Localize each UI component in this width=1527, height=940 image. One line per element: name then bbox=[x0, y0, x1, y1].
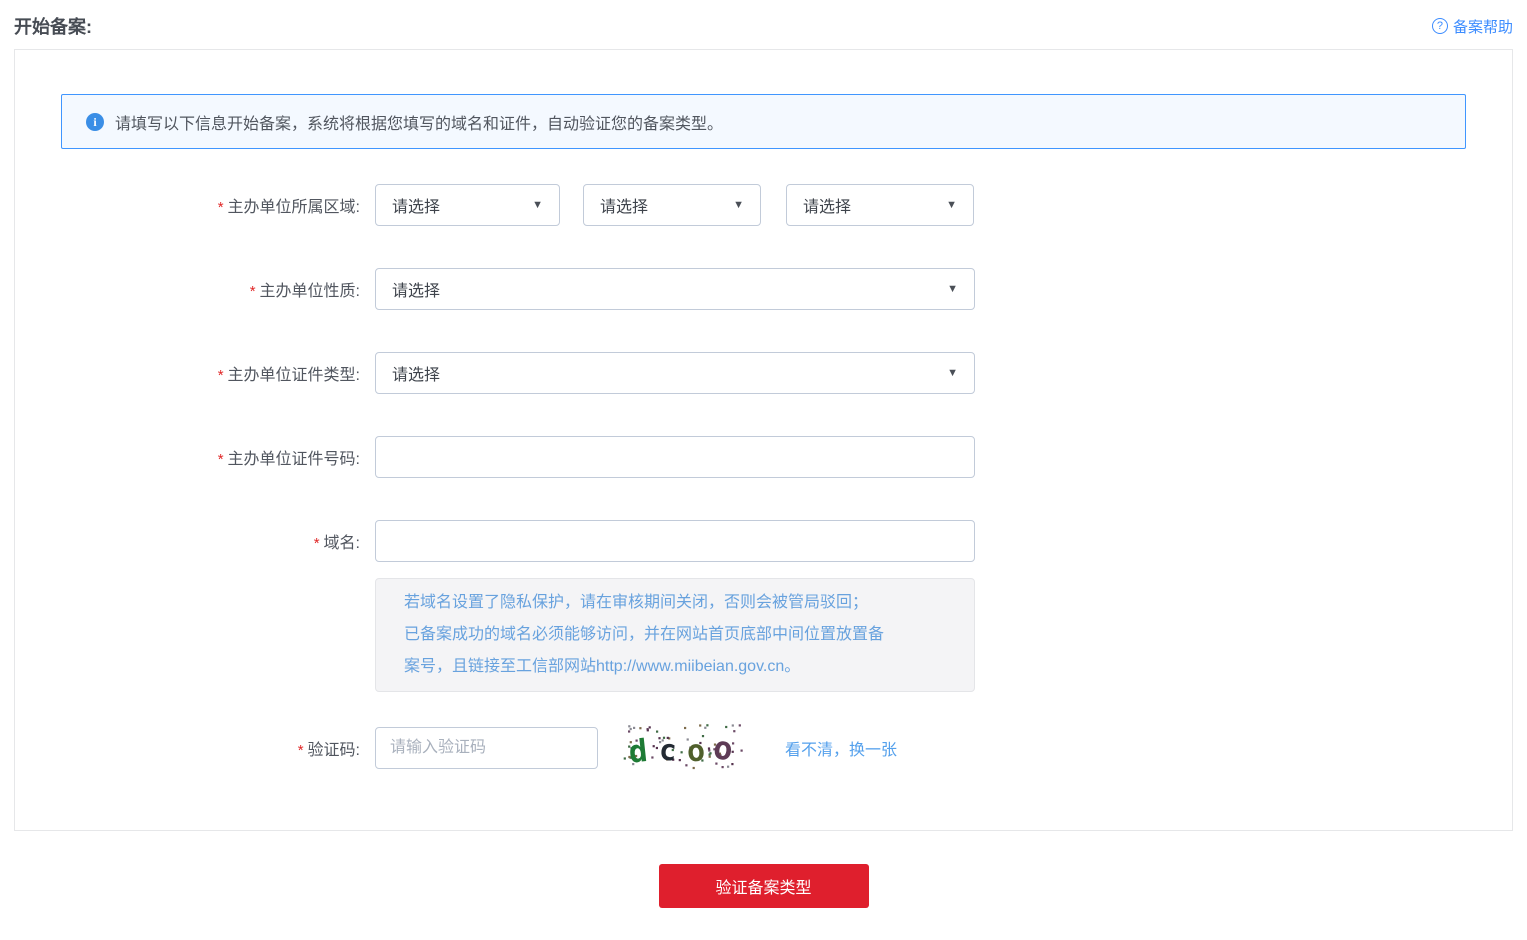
beian-start-page: 开始备案: ? 备案帮助 i 请填写以下信息开始备案，系统将根据您填写的域名和证… bbox=[0, 0, 1527, 938]
form-row-cert-type: *主办单位证件类型: 请选择 ▼ bbox=[61, 352, 1466, 394]
submit-area: 验证备案类型 bbox=[14, 864, 1513, 938]
domain-label-text: 域名: bbox=[324, 535, 360, 552]
cert-type-label: *主办单位证件类型: bbox=[61, 361, 360, 385]
region-province-select[interactable]: 请选择 ▼ bbox=[375, 184, 560, 226]
form-row-cert-number: *主办单位证件号码: bbox=[61, 436, 1466, 478]
required-mark: * bbox=[218, 199, 224, 216]
cert-number-label: *主办单位证件号码: bbox=[61, 445, 360, 469]
captcha-letter: c bbox=[658, 732, 678, 767]
form-row-domain: *域名: bbox=[61, 520, 1466, 562]
form-panel: i 请填写以下信息开始备案，系统将根据您填写的域名和证件，自动验证您的备案类型。… bbox=[14, 49, 1513, 831]
caret-down-icon: ▼ bbox=[937, 283, 958, 295]
domain-note-line: 若域名设置了隐私保护，请在审核期间关闭，否则会被管局驳回； bbox=[404, 587, 946, 619]
region-province-value: 请选择 bbox=[392, 193, 440, 217]
captcha-refresh-link[interactable]: 看不清，换一张 bbox=[785, 736, 897, 760]
cert-number-input[interactable] bbox=[375, 436, 975, 478]
domain-input[interactable] bbox=[375, 520, 975, 562]
region-district-select[interactable]: 请选择 ▼ bbox=[786, 184, 974, 226]
form-row-captcha: *验证码: d c o o 看不清，换一张 bbox=[61, 724, 1466, 772]
page-header: 开始备案: ? 备案帮助 bbox=[14, 0, 1513, 49]
cert-type-label-text: 主办单位证件类型: bbox=[228, 367, 360, 384]
verify-beian-type-button[interactable]: 验证备案类型 bbox=[659, 864, 869, 908]
form-row-region: *主办单位所属区域: 请选择 ▼ 请选择 ▼ 请选择 ▼ bbox=[61, 184, 1466, 226]
captcha-letter: d bbox=[627, 733, 649, 771]
org-nature-label-text: 主办单位性质: bbox=[260, 283, 360, 300]
org-nature-value: 请选择 bbox=[392, 277, 440, 301]
required-mark: * bbox=[250, 283, 256, 300]
info-alert-text: 请填写以下信息开始备案，系统将根据您填写的域名和证件，自动验证您的备案类型。 bbox=[115, 110, 723, 134]
org-nature-label: *主办单位性质: bbox=[61, 277, 360, 301]
caret-down-icon: ▼ bbox=[522, 199, 543, 211]
cert-type-value: 请选择 bbox=[392, 361, 440, 385]
caret-down-icon: ▼ bbox=[937, 367, 958, 379]
info-alert: i 请填写以下信息开始备案，系统将根据您填写的域名和证件，自动验证您的备案类型。 bbox=[61, 94, 1466, 149]
caret-down-icon: ▼ bbox=[723, 199, 744, 211]
region-label: *主办单位所属区域: bbox=[61, 193, 360, 217]
region-district-value: 请选择 bbox=[803, 193, 851, 217]
domain-note-line: 已备案成功的域名必须能够访问，并在网站首页底部中间位置放置备 bbox=[404, 619, 946, 651]
question-circle-icon: ? bbox=[1432, 18, 1448, 34]
domain-label: *域名: bbox=[61, 529, 360, 553]
cert-type-select[interactable]: 请选择 ▼ bbox=[375, 352, 975, 394]
beian-form: *主办单位所属区域: 请选择 ▼ 请选择 ▼ 请选择 ▼ *主办单位性质: bbox=[61, 184, 1466, 772]
info-icon: i bbox=[86, 113, 104, 131]
required-mark: * bbox=[298, 742, 304, 759]
required-mark: * bbox=[218, 451, 224, 468]
form-row-org-nature: *主办单位性质: 请选择 ▼ bbox=[61, 268, 1466, 310]
cert-number-label-text: 主办单位证件号码: bbox=[228, 451, 360, 468]
region-city-value: 请选择 bbox=[600, 193, 648, 217]
captcha-letter: o bbox=[711, 728, 735, 768]
required-mark: * bbox=[314, 535, 320, 552]
captcha-label: *验证码: bbox=[61, 736, 360, 760]
beian-help-link[interactable]: ? 备案帮助 bbox=[1432, 16, 1513, 37]
captcha-input[interactable] bbox=[375, 727, 598, 769]
captcha-letter: o bbox=[686, 733, 706, 769]
caret-down-icon: ▼ bbox=[936, 199, 957, 211]
captcha-image[interactable]: d c o o bbox=[617, 724, 747, 772]
domain-note-line: 案号，且链接至工信部网站http://www.miibeian.gov.cn。 bbox=[404, 651, 946, 683]
required-mark: * bbox=[218, 367, 224, 384]
help-link-label: 备案帮助 bbox=[1453, 16, 1513, 37]
domain-note: 若域名设置了隐私保护，请在审核期间关闭，否则会被管局驳回； 已备案成功的域名必须… bbox=[375, 578, 975, 692]
region-label-text: 主办单位所属区域: bbox=[228, 199, 360, 216]
page-title: 开始备案: bbox=[14, 13, 92, 39]
region-city-select[interactable]: 请选择 ▼ bbox=[583, 184, 761, 226]
org-nature-select[interactable]: 请选择 ▼ bbox=[375, 268, 975, 310]
captcha-label-text: 验证码: bbox=[308, 742, 360, 759]
